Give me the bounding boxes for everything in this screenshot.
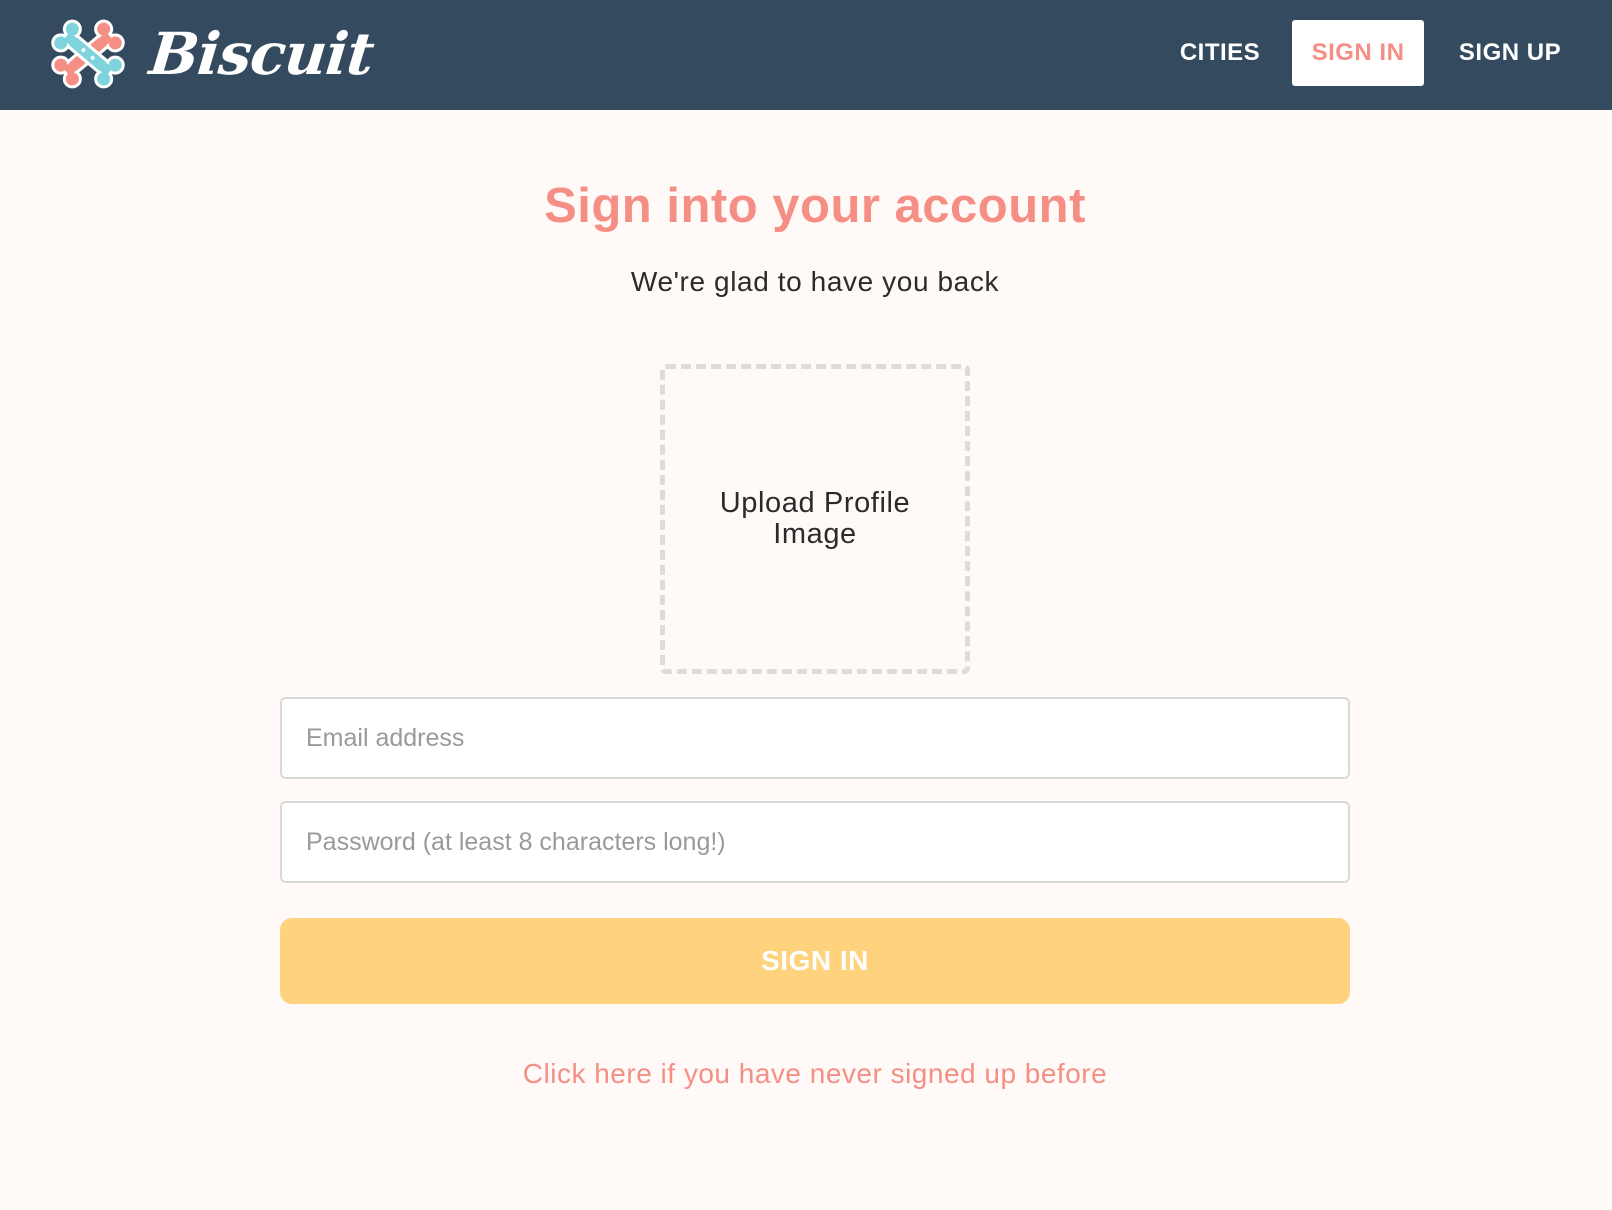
navbar: Biscuit CITIES SIGN IN SIGN UP: [0, 0, 1612, 110]
brand-name: Biscuit: [146, 20, 377, 88]
page-title: Sign into your account: [544, 179, 1086, 233]
signup-link[interactable]: Click here if you have never signed up b…: [0, 1058, 1612, 1090]
signin-submit-button[interactable]: SIGN IN: [280, 918, 1350, 1004]
nav-signup-link[interactable]: SIGN UP: [1450, 20, 1570, 86]
nav-cities-link[interactable]: CITIES: [1172, 20, 1268, 86]
nav-signin-link[interactable]: SIGN IN: [1292, 20, 1424, 86]
upload-profile-image-label: Upload Profile Image: [719, 487, 911, 550]
upload-profile-image-dropzone[interactable]: Upload Profile Image: [660, 364, 970, 674]
brand-logo[interactable]: Biscuit: [48, 14, 377, 94]
page-subtitle: We're glad to have you back: [630, 266, 1000, 297]
email-field[interactable]: [280, 697, 1350, 779]
biscuit-logo-icon: [51, 19, 125, 89]
password-field[interactable]: [280, 801, 1350, 883]
